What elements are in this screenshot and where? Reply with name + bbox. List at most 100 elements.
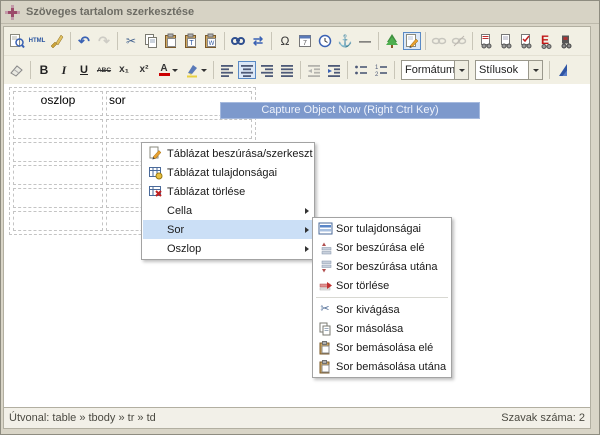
strikethrough-button[interactable]: ABC	[95, 61, 113, 79]
tree-icon	[384, 33, 400, 49]
table-cell[interactable]: oszlop	[13, 91, 103, 116]
highlight-color-button[interactable]	[183, 61, 209, 79]
menu-item-cell[interactable]: Cella	[143, 201, 313, 220]
copy-button[interactable]	[142, 32, 160, 50]
text-color-button[interactable]: A	[155, 61, 181, 79]
justify-button[interactable]	[278, 61, 296, 79]
table-cell[interactable]	[13, 142, 103, 162]
insert-time-button[interactable]	[316, 32, 334, 50]
subscript-icon: x₁	[119, 65, 129, 75]
custom-document-1-button[interactable]	[477, 32, 495, 50]
custom-document-5-button[interactable]	[557, 32, 575, 50]
svg-text:2: 2	[375, 72, 379, 78]
table-cell[interactable]	[13, 188, 103, 208]
submenu-item-paste-row-before[interactable]: Sor bemásolása elé	[314, 338, 450, 357]
menu-item-row[interactable]: Sor	[143, 220, 313, 239]
delete-table-icon	[143, 184, 167, 199]
submenu-item-copy-row[interactable]: Sor másolása	[314, 319, 450, 338]
insert-image-button[interactable]	[383, 32, 401, 50]
submenu-item-paste-row-after[interactable]: Sor bemásolása utána	[314, 357, 450, 376]
chevron-down-icon	[172, 69, 178, 72]
submenu-item-cut-row[interactable]: ✂ Sor kivágása	[314, 300, 450, 319]
preview-button[interactable]	[8, 32, 26, 50]
clean-formatting-button[interactable]	[48, 32, 66, 50]
format-dropdown[interactable]: Formátum	[401, 60, 469, 80]
submenu-item-delete-row[interactable]: Sor törlése	[314, 276, 450, 295]
paste-button[interactable]	[162, 32, 180, 50]
menu-item-delete-table[interactable]: Táblázat törlése	[143, 182, 313, 201]
custom-document-4-button[interactable]: E	[537, 32, 555, 50]
custom-document-2-button[interactable]	[497, 32, 515, 50]
format-dropdown-value: Formátum	[402, 64, 454, 76]
submenu-item-insert-row-before[interactable]: Sor beszúrása elé	[314, 238, 450, 257]
word-count: Szavak száma: 2	[501, 412, 585, 424]
element-path[interactable]: Útvonal: table » tbody » tr » td	[9, 412, 156, 424]
edit-document-button[interactable]	[403, 32, 421, 50]
italic-button[interactable]: I	[55, 61, 73, 79]
replace-button[interactable]: ⇄	[249, 32, 267, 50]
undo-button[interactable]: ↶	[75, 32, 93, 50]
table-cell[interactable]	[106, 119, 252, 139]
move-handle-icon[interactable]	[11, 11, 14, 14]
justify-icon	[279, 62, 295, 78]
editor-logo-button[interactable]	[554, 61, 572, 79]
table-row	[13, 119, 252, 139]
brush-icon	[49, 33, 65, 49]
styles-dropdown[interactable]: Stílusok	[475, 60, 543, 80]
paste-from-word-icon: W	[203, 33, 219, 49]
superscript-button[interactable]: x²	[135, 61, 153, 79]
styles-dropdown-value: Stílusok	[476, 64, 528, 76]
bold-button[interactable]: B	[35, 61, 53, 79]
paste-before-icon	[314, 341, 336, 355]
table-cell[interactable]	[13, 119, 103, 139]
align-left-button[interactable]	[218, 61, 236, 79]
anchor-button[interactable]: ⚓	[336, 32, 354, 50]
indent-button[interactable]	[325, 61, 343, 79]
find-button[interactable]	[229, 32, 247, 50]
menu-item-label: Sor beszúrása utána	[336, 261, 450, 273]
align-left-icon	[219, 62, 235, 78]
submenu-item-row-properties[interactable]: Sor tulajdonságai	[314, 219, 450, 238]
submenu-item-insert-row-after[interactable]: Sor beszúrása utána	[314, 257, 450, 276]
menu-item-label: Sor bemásolása utána	[336, 361, 450, 373]
special-character-button[interactable]: Ω	[276, 32, 294, 50]
chevron-down-icon	[459, 69, 465, 72]
toolbar-row-2: B I U ABC x₁ x² A 12	[4, 56, 590, 84]
menu-item-table-properties[interactable]: Táblázat tulajdonságai	[143, 163, 313, 182]
subscript-button[interactable]: x₁	[115, 61, 133, 79]
remove-format-button[interactable]	[8, 61, 26, 79]
submenu-arrow-icon	[305, 227, 309, 233]
paste-from-word-button[interactable]: W	[202, 32, 220, 50]
paste-as-text-button[interactable]: T	[182, 32, 200, 50]
underline-button[interactable]: U	[75, 61, 93, 79]
editing-area[interactable]: oszlop sor Capture Object Now (Right Ctr…	[4, 84, 590, 408]
format-dropdown-button[interactable]	[454, 61, 468, 79]
menu-item-label: Cella	[167, 205, 301, 217]
horizontal-rule-button[interactable]: —	[356, 32, 374, 50]
menu-item-label: Sor másolása	[336, 323, 450, 335]
unlink-button	[450, 32, 468, 50]
titlebar[interactable]: Szöveges tartalom szerkesztése	[1, 1, 599, 24]
table-cell[interactable]	[13, 211, 103, 231]
html-source-button[interactable]: HTML	[28, 32, 46, 50]
menu-item-label: Sor kivágása	[336, 304, 450, 316]
editor-window: Szöveges tartalom szerkesztése HTML ↶ ↷ …	[0, 0, 600, 435]
insert-date-button[interactable]: 7	[296, 32, 314, 50]
insert-table-icon	[143, 146, 167, 161]
align-right-button[interactable]	[258, 61, 276, 79]
align-center-button[interactable]	[238, 61, 256, 79]
preview-icon	[9, 33, 25, 49]
menu-item-insert-table[interactable]: Táblázat beszúrása/szerkesztése	[143, 144, 313, 163]
omega-icon: Ω	[281, 35, 290, 47]
cut-button[interactable]: ✂	[122, 32, 140, 50]
table-row: oszlop sor	[13, 91, 252, 116]
menu-item-column[interactable]: Oszlop	[143, 239, 313, 258]
numbered-list-button[interactable]: 12	[372, 61, 390, 79]
toolbar-separator	[347, 61, 348, 79]
table-cell[interactable]	[13, 165, 103, 185]
bulleted-list-button[interactable]	[352, 61, 370, 79]
editor-frame: HTML ↶ ↷ ✂ T W ⇄ Ω 7 ⚓ —	[3, 26, 591, 429]
styles-dropdown-button[interactable]	[528, 61, 542, 79]
custom-document-3-button[interactable]	[517, 32, 535, 50]
calendar-icon: 7	[297, 33, 313, 49]
